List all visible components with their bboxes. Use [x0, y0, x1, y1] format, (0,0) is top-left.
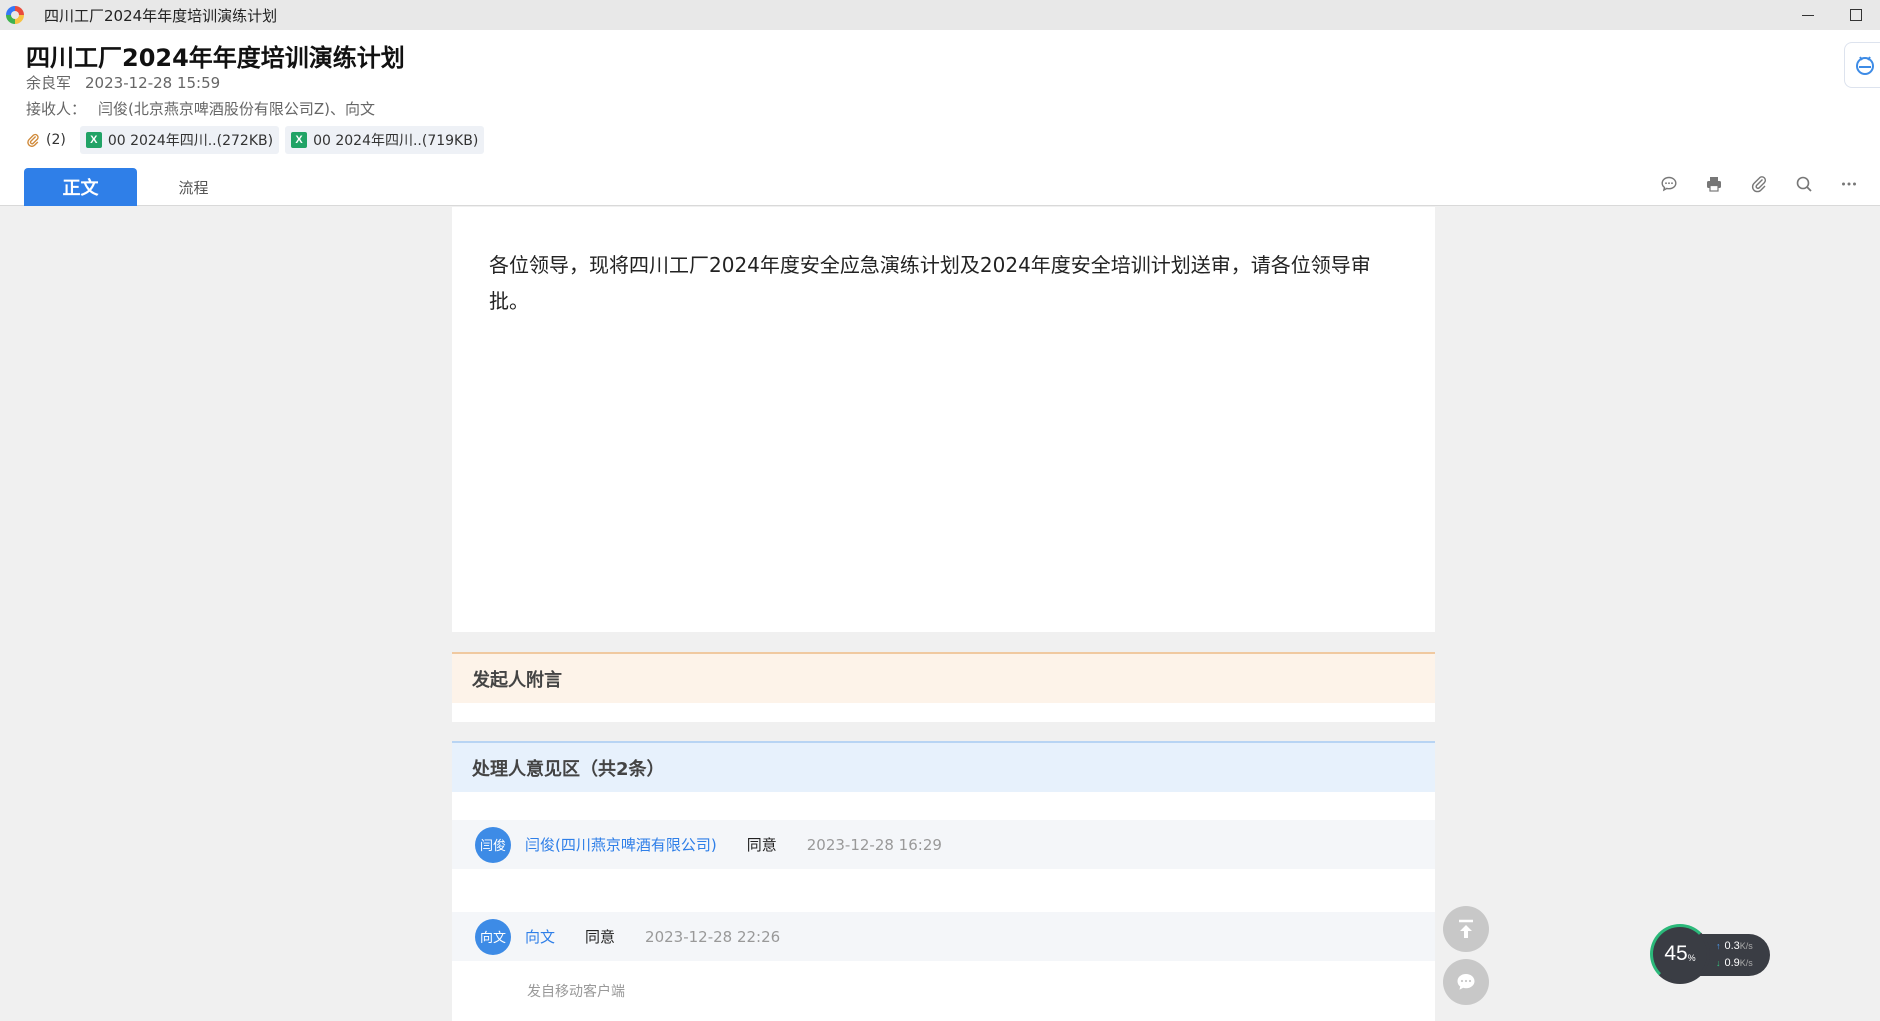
window-titlebar: 四川工厂2024年年度培训演练计划 — [0, 0, 1880, 30]
sent-time: 2023-12-28 15:59 — [85, 74, 221, 92]
window-title: 四川工厂2024年年度培训演练计划 — [44, 6, 278, 25]
body-text: 各位领导，现将四川工厂2024年度安全应急演练计划及2024年度安全培训计划送审… — [489, 253, 1371, 313]
attachment-file-1[interactable]: X 00 2024年四川..(272KB) — [79, 126, 280, 154]
minimize-button[interactable] — [1784, 0, 1832, 30]
opinion-verdict: 同意 — [585, 928, 616, 946]
comment-icon[interactable] — [1657, 172, 1680, 195]
paperclip-icon[interactable] — [26, 133, 40, 147]
document-body: 各位领导，现将四川工厂2024年度安全应急演练计划及2024年度安全培训计划送审… — [452, 207, 1435, 632]
search-icon[interactable] — [1792, 172, 1815, 195]
opinions-section: 处理人意见区（共2条） 闫俊 闫俊(四川燕京啤酒有限公司) 同意 2023-12… — [452, 741, 1435, 1021]
tab-bar: 正文 流程 — [24, 168, 250, 206]
chat-button[interactable] — [1443, 959, 1489, 1005]
maximize-button[interactable] — [1832, 0, 1880, 30]
opinion-row: 闫俊 闫俊(四川燕京啤酒有限公司) 同意 2023-12-28 16:29 — [452, 820, 1435, 869]
download-arrow-icon: ↓ — [1716, 958, 1721, 968]
window-controls — [1784, 0, 1880, 30]
opinion-source: 发自移动客户端 — [527, 984, 625, 1000]
recipients-value[interactable]: 闫俊(北京燕京啤酒股份有限公司Z)、向文 — [98, 100, 375, 118]
memory-percent: 45 — [1664, 942, 1688, 965]
page-title: 四川工厂2024年年度培训演练计划 — [26, 44, 405, 72]
attachment-label: 00 2024年四川..(719KB) — [313, 133, 479, 149]
assistant-robot-button[interactable] — [1844, 42, 1880, 88]
attachment-count: (2) — [46, 132, 66, 148]
excel-icon: X — [291, 132, 308, 148]
back-to-top-button[interactable] — [1443, 906, 1489, 952]
arrow-up-icon — [1459, 919, 1473, 938]
tab-body[interactable]: 正文 — [24, 168, 137, 206]
opinion-time: 2023-12-28 22:26 — [645, 927, 781, 946]
sender-meta: 余良军 2023-12-28 15:59 — [26, 72, 220, 93]
attachment-label: 00 2024年四川..(272KB) — [107, 133, 274, 149]
initiator-note-section: 发起人附言 — [452, 652, 1435, 722]
recipients-label: 接收人： — [26, 100, 87, 118]
opinions-title: 处理人意见区（共2条） — [452, 741, 1435, 792]
avatar[interactable]: 闫俊 — [475, 826, 511, 863]
opinion-time: 2023-12-28 16:29 — [806, 835, 942, 854]
upload-arrow-icon: ↑ — [1716, 941, 1721, 951]
attachment-icon[interactable] — [1747, 172, 1770, 195]
attachment-file-2[interactable]: X 00 2024年四川..(719KB) — [285, 126, 485, 154]
opinion-author[interactable]: 向文 — [525, 926, 555, 947]
initiator-note-title: 发起人附言 — [452, 652, 1435, 703]
attachments-row: (2) X 00 2024年四川..(272KB) X 00 2024年四川..… — [26, 126, 485, 154]
document-header: 四川工厂2024年年度培训演练计划 余良军 2023-12-28 15:59 接收… — [0, 30, 1880, 206]
excel-icon: X — [85, 132, 102, 148]
toolbar — [1657, 172, 1860, 195]
opinion-author[interactable]: 闫俊(四川燕京啤酒有限公司) — [525, 834, 717, 855]
app-logo-icon — [6, 6, 24, 24]
recipients-row: 接收人： 闫俊(北京燕京啤酒股份有限公司Z)、向文 — [26, 98, 375, 119]
robot-icon — [1855, 56, 1874, 75]
download-speed: 0.9 — [1724, 957, 1740, 969]
avatar[interactable]: 向文 — [475, 918, 511, 955]
print-icon[interactable] — [1702, 172, 1725, 195]
upload-speed: 0.3 — [1724, 940, 1740, 952]
more-icon[interactable] — [1837, 172, 1860, 195]
network-speed-widget[interactable]: ↑ 0.3K/s ↓ 0.9K/s 45% — [1650, 924, 1770, 984]
opinion-verdict: 同意 — [746, 836, 777, 854]
memory-usage-gauge: 45% — [1650, 924, 1710, 984]
tab-process[interactable]: 流程 — [137, 168, 250, 206]
chat-icon — [1457, 974, 1475, 990]
sender-name: 余良军 — [26, 74, 72, 92]
opinion-row: 向文 向文 同意 2023-12-28 22:26 — [452, 912, 1435, 961]
